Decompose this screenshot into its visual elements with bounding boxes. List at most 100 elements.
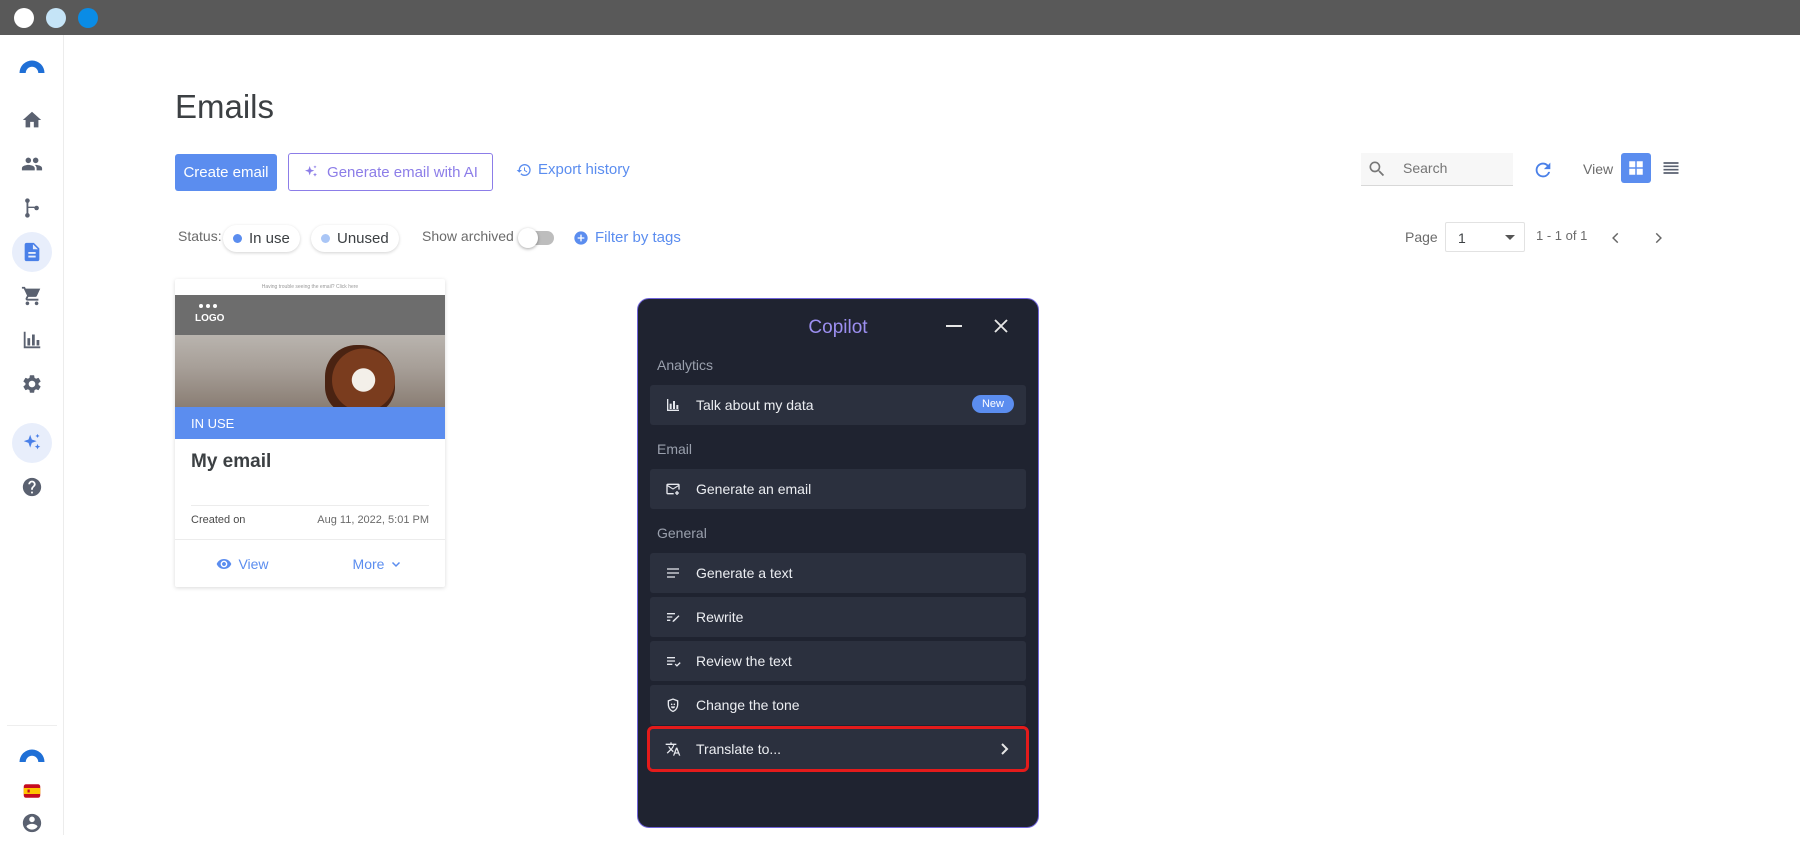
chip-label: Unused — [337, 230, 389, 247]
generate-email-ai-label: Generate email with AI — [327, 164, 478, 181]
translate-to-item[interactable]: Translate to... — [650, 729, 1026, 769]
status-chip-in-use[interactable]: In use — [223, 225, 300, 252]
text-lines-icon — [664, 564, 682, 582]
export-history-label: Export history — [538, 161, 630, 178]
change-tone-item[interactable]: Change the tone — [650, 685, 1026, 725]
cart-icon[interactable] — [12, 276, 52, 316]
history-icon — [516, 162, 532, 178]
view-label: View — [238, 556, 268, 572]
section-title-analytics: Analytics — [657, 357, 713, 373]
view-email-button[interactable]: View — [175, 556, 310, 572]
chip-label: In use — [249, 230, 290, 247]
review-text-item[interactable]: Review the text — [650, 641, 1026, 681]
section-title-email: Email — [657, 441, 692, 457]
created-row: Created on Aug 11, 2022, 5:01 PM — [191, 505, 429, 526]
status-label: Status: — [178, 228, 222, 244]
export-history-link[interactable]: Export history — [516, 161, 630, 178]
item-label: Review the text — [696, 653, 792, 669]
list-view-button[interactable] — [1656, 153, 1686, 183]
card-actions: View More — [175, 539, 445, 587]
menu-dots-icon — [199, 304, 217, 308]
create-email-button[interactable]: Create email — [175, 154, 277, 191]
account-panel — [7, 725, 57, 813]
item-label: Change the tone — [696, 697, 800, 713]
close-icon[interactable] — [992, 317, 1010, 335]
refresh-icon[interactable] — [1532, 159, 1554, 181]
sidebar — [0, 35, 64, 835]
page-range: 1 - 1 of 1 — [1536, 228, 1587, 243]
copilot-title: Copilot — [638, 317, 1038, 339]
filter-by-tags-label: Filter by tags — [595, 229, 681, 246]
section-title-general: General — [657, 525, 707, 541]
item-label: Talk about my data — [696, 397, 814, 413]
rewrite-icon — [664, 608, 682, 626]
created-date: Aug 11, 2022, 5:01 PM — [317, 514, 429, 526]
minimize-icon[interactable] — [946, 325, 962, 327]
contacts-icon[interactable] — [12, 144, 52, 184]
show-archived-toggle[interactable] — [520, 231, 554, 245]
chevron-left-icon[interactable] — [1609, 231, 1623, 245]
app-logo-icon[interactable] — [12, 43, 52, 83]
email-logo: LOGO — [195, 313, 224, 324]
chevron-right-icon — [1000, 743, 1010, 755]
window-maximize-dot[interactable] — [78, 8, 98, 28]
automation-icon[interactable] — [12, 188, 52, 228]
translate-icon — [664, 740, 682, 758]
talk-about-data-item[interactable]: Talk about my data New — [650, 385, 1026, 425]
email-thumbnail-image — [175, 335, 445, 407]
email-card[interactable]: Having trouble seeing the email? Click h… — [175, 279, 445, 587]
rewrite-item[interactable]: Rewrite — [650, 597, 1026, 637]
brand-logo-icon[interactable] — [12, 732, 52, 772]
generate-email-item[interactable]: Generate an email — [650, 469, 1026, 509]
tone-icon — [664, 696, 682, 714]
email-banner: LOGO — [175, 295, 445, 335]
search-box[interactable] — [1361, 153, 1513, 186]
window-titlebar — [0, 0, 1800, 35]
status-dot — [233, 234, 242, 243]
view-label: View — [1583, 161, 1613, 177]
home-icon[interactable] — [12, 100, 52, 140]
new-badge: New — [972, 395, 1014, 413]
more-label: More — [353, 556, 385, 572]
window-close-dot[interactable] — [14, 8, 34, 28]
generate-email-ai-button[interactable]: Generate email with AI — [288, 153, 493, 191]
mail-icon — [664, 480, 682, 498]
filter-by-tags-button[interactable]: Filter by tags — [573, 229, 681, 246]
chevron-down-icon — [1505, 235, 1515, 240]
status-banner: IN USE — [175, 407, 445, 439]
generate-text-item[interactable]: Generate a text — [650, 553, 1026, 593]
eye-icon — [216, 556, 232, 572]
analytics-icon[interactable] — [12, 320, 52, 360]
sparkles-icon[interactable] — [12, 423, 52, 463]
chart-icon — [664, 396, 682, 414]
user-account-icon[interactable] — [12, 803, 52, 843]
page-select[interactable]: 1 — [1445, 222, 1525, 252]
settings-icon[interactable] — [12, 364, 52, 404]
copilot-panel: Copilot Analytics Talk about my data New… — [637, 298, 1039, 828]
document-icon[interactable] — [12, 232, 52, 272]
search-icon — [1367, 159, 1387, 179]
grid-view-button[interactable] — [1621, 153, 1651, 183]
page-title: Emails — [175, 88, 274, 126]
chevron-down-icon — [390, 558, 402, 570]
list-icon — [1661, 158, 1681, 178]
review-icon — [664, 652, 682, 670]
sparkles-icon — [303, 164, 319, 180]
show-archived-label: Show archived — [422, 228, 514, 244]
more-actions-button[interactable]: More — [310, 556, 445, 572]
search-input[interactable] — [1403, 160, 1503, 176]
window-minimize-dot[interactable] — [46, 8, 66, 28]
help-icon[interactable] — [12, 467, 52, 507]
created-label: Created on — [191, 514, 245, 526]
grid-icon — [1627, 159, 1645, 177]
status-dot — [321, 234, 330, 243]
item-label: Rewrite — [696, 609, 743, 625]
email-preheader: Having trouble seeing the email? Click h… — [175, 279, 445, 295]
page-label: Page — [1405, 229, 1438, 245]
item-label: Translate to... — [696, 741, 781, 757]
add-circle-icon — [573, 230, 589, 246]
page-select-value: 1 — [1458, 230, 1466, 246]
item-label: Generate a text — [696, 565, 793, 581]
status-chip-unused[interactable]: Unused — [311, 225, 399, 252]
chevron-right-icon[interactable] — [1651, 231, 1665, 245]
